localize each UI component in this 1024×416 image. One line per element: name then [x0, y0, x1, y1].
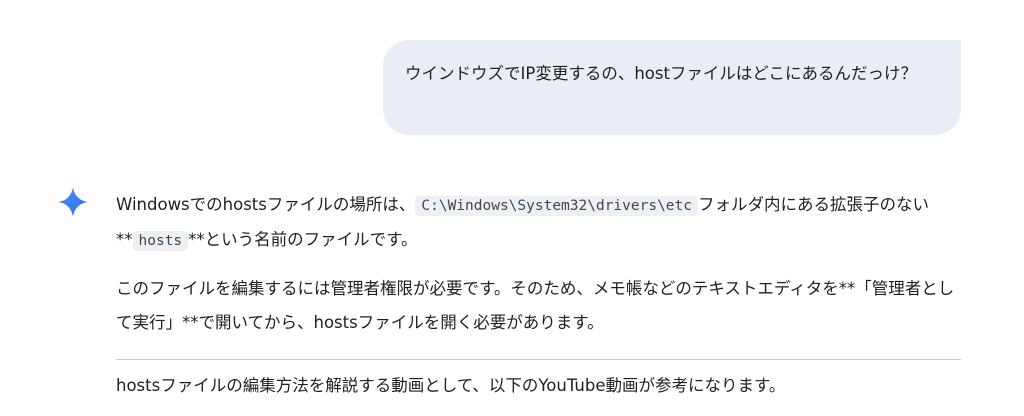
assistant-response: Windowsでのhostsファイルの場所は、 C:\Windows\System… [116, 188, 961, 340]
user-message-bubble: ウインドウズでIP変更するの、hostファイルはどこにあるんだっけ？ [383, 40, 961, 135]
gemini-sparkle-icon [58, 187, 88, 217]
response-paragraph-2: このファイルを編集するには管理者権限が必要です。そのため、メモ帳などのテキストエ… [116, 279, 955, 332]
chat-page: ウインドウズでIP変更するの、hostファイルはどこにあるんだっけ？ Windo… [0, 0, 1024, 416]
section-divider [116, 359, 961, 360]
p1-text-end: **という名前のファイルです。 [188, 230, 418, 249]
inline-code-hosts: hosts [132, 231, 189, 251]
response-paragraph-1: Windowsでのhostsファイルの場所は、 C:\Windows\System… [116, 188, 961, 258]
inline-code-path: C:\Windows\System32\drivers\etc [415, 196, 698, 216]
p1-text-start: Windowsでのhostsファイルの場所は、 [116, 195, 416, 214]
user-message-text: ウインドウズでIP変更するの、hostファイルはどこにあるんだっけ？ [405, 64, 917, 83]
response-paragraph-3: hostsファイルの編集方法を解説する動画として、以下のYouTube動画が参考… [116, 376, 786, 395]
